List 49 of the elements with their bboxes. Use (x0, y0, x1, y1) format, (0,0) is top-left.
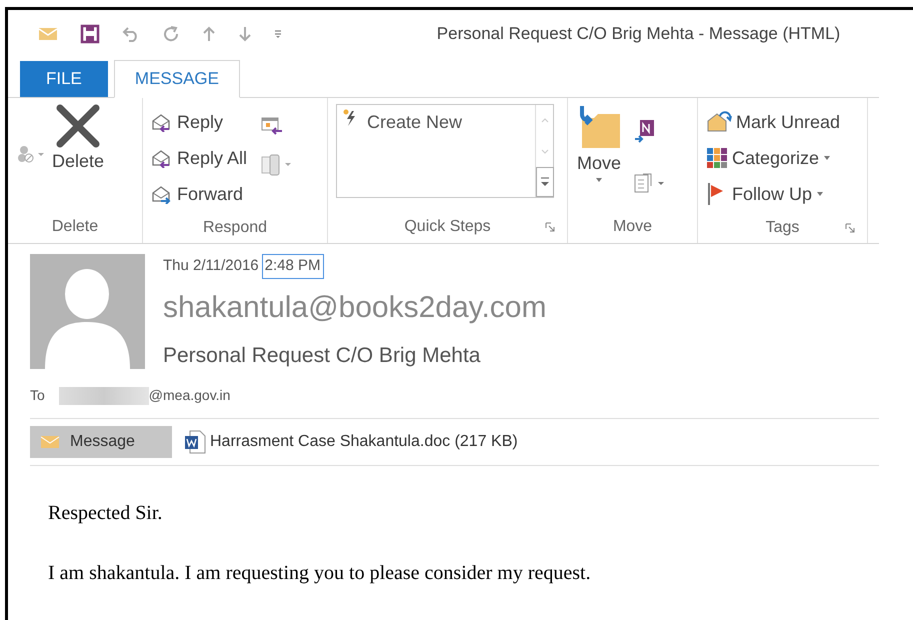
more-respond-icon[interactable] (261, 154, 294, 176)
group-label: Quick Steps (404, 217, 491, 237)
dialog-launcher-icon[interactable] (845, 222, 855, 232)
caret-icon[interactable] (816, 191, 824, 197)
document-icon[interactable] (184, 430, 206, 454)
message-tab[interactable]: Message (30, 426, 172, 458)
file-tab[interactable]: FILE (20, 61, 108, 97)
down-arrow-icon[interactable] (238, 26, 252, 42)
customize-icon[interactable] (274, 29, 282, 39)
forward-icon[interactable] (151, 184, 173, 204)
lightning-icon[interactable] (343, 109, 357, 127)
to-label: To (30, 386, 45, 405)
color-grid-icon[interactable] (706, 147, 728, 169)
notebook-icon[interactable] (634, 118, 656, 144)
group-label: Delete (52, 217, 98, 237)
up-arrow-icon[interactable] (202, 26, 216, 42)
envelope-icon[interactable] (706, 111, 732, 133)
group-label: Respond (202, 218, 268, 238)
ribbon-button[interactable]: Reply (151, 104, 248, 140)
ignore-icon[interactable] (16, 144, 44, 164)
message-subject: Personal Request C/O Brig Mehta (163, 342, 482, 368)
ribbon-button[interactable]: Forward (151, 176, 248, 212)
caret-icon[interactable] (595, 177, 603, 183)
ribbon-tab[interactable]: MESSAGE (114, 60, 240, 98)
undo-icon[interactable] (122, 26, 140, 42)
dialog-launcher-icon[interactable] (545, 222, 555, 232)
avatar-icon (30, 254, 145, 369)
ribbon-button[interactable]: Reply All (151, 140, 248, 176)
delete-button[interactable]: Delete (52, 104, 104, 211)
meeting-icon[interactable] (261, 116, 284, 136)
sender-address: shakantula@books2day.com (163, 290, 546, 326)
save-icon[interactable] (80, 24, 100, 44)
sent-time: 2:48 PM (262, 254, 324, 278)
ribbon-button[interactable]: Follow Up (706, 176, 840, 212)
delete-icon[interactable] (56, 104, 100, 148)
caret-icon[interactable] (823, 155, 832, 161)
redo-icon[interactable] (162, 25, 180, 43)
sent-date: Thu 2/11/2016 (163, 256, 259, 276)
ribbon-button[interactable]: Mark Unread (706, 104, 840, 140)
group-label: Move (612, 217, 652, 237)
move-button[interactable]: Move (576, 104, 622, 211)
rules-icon[interactable] (634, 172, 666, 194)
group-label: Tags (766, 218, 800, 238)
body-paragraph: I am shakantula. I am requesting you to please consider my request. (48, 561, 592, 586)
window-title: Personal Request C/O Brig Mehta - Message (HTML) (436, 23, 840, 46)
more-icon[interactable] (536, 167, 554, 197)
recipient-address: @mea.gov.in (148, 386, 230, 405)
ribbon-button[interactable]: Categorize (706, 140, 840, 176)
body-paragraph: Respected Sir. (48, 501, 164, 526)
